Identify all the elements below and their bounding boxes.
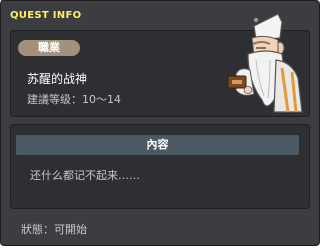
content-text: 还什么都记不起来…… xyxy=(30,169,140,182)
quest-status: 狀態：可開始 xyxy=(21,223,87,236)
window-title: QUEST INFO xyxy=(10,10,82,21)
content-header: 內容 xyxy=(16,135,299,155)
level-requirement: 建議等级：10～14 xyxy=(27,93,121,106)
elderly-sage-npc-icon xyxy=(227,13,303,113)
job-badge: 職業 xyxy=(18,40,80,56)
quest-name: 苏醒的战神 xyxy=(27,72,88,86)
